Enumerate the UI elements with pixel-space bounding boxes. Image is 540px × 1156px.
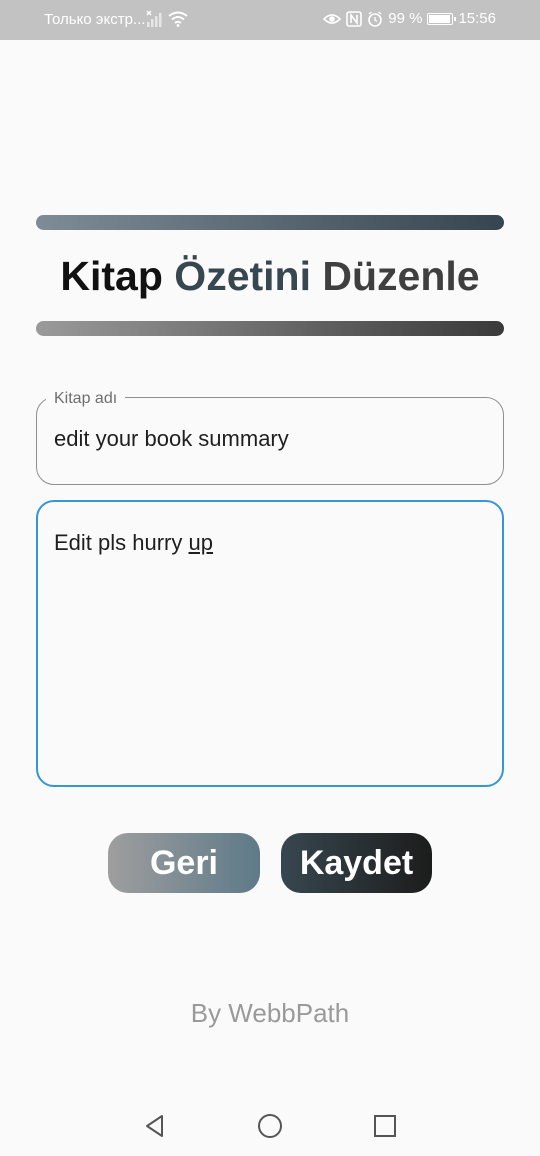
system-navbar (0, 1094, 540, 1156)
summary-text-underlined: up (188, 530, 213, 555)
signal-x-icon (146, 10, 162, 27)
recents-square-icon[interactable] (372, 1113, 398, 1139)
title-word-kitap: Kitap (60, 253, 163, 299)
back-button[interactable]: Geri (108, 833, 260, 893)
book-name-value[interactable]: edit your book summary (54, 425, 289, 453)
title-word-ozetini: Özetini (174, 253, 311, 299)
title-word-duzenle: Düzenle (322, 253, 480, 299)
summary-text[interactable]: Edit pls hurry up (54, 529, 213, 557)
footer-credit: By WebbPath (190, 998, 350, 1028)
save-button[interactable]: Kaydet (281, 833, 432, 893)
alarm-icon (368, 10, 383, 27)
summary-text-main: Edit pls hurry (54, 530, 189, 555)
decorative-bar-bottom (36, 321, 504, 336)
home-circle-icon[interactable] (257, 1113, 283, 1139)
carrier-name: Только экстр... (44, 11, 146, 28)
decorative-bar-top (36, 215, 504, 230)
back-triangle-icon[interactable] (142, 1113, 168, 1139)
page-title: Kitap Özetini Düzenle (0, 250, 540, 302)
status-right-group: 99 % 15:56 (323, 10, 496, 27)
battery-percent: 99 % (388, 10, 423, 27)
wifi-icon (168, 11, 188, 27)
book-name-label: Kitap adı (46, 389, 126, 409)
clock: 15:56 (458, 10, 496, 27)
battery-icon (427, 12, 457, 25)
eye-icon (323, 13, 342, 24)
nfc-icon (346, 10, 363, 27)
status-bar: Только экстр... 99 % 15:56 (0, 0, 540, 40)
